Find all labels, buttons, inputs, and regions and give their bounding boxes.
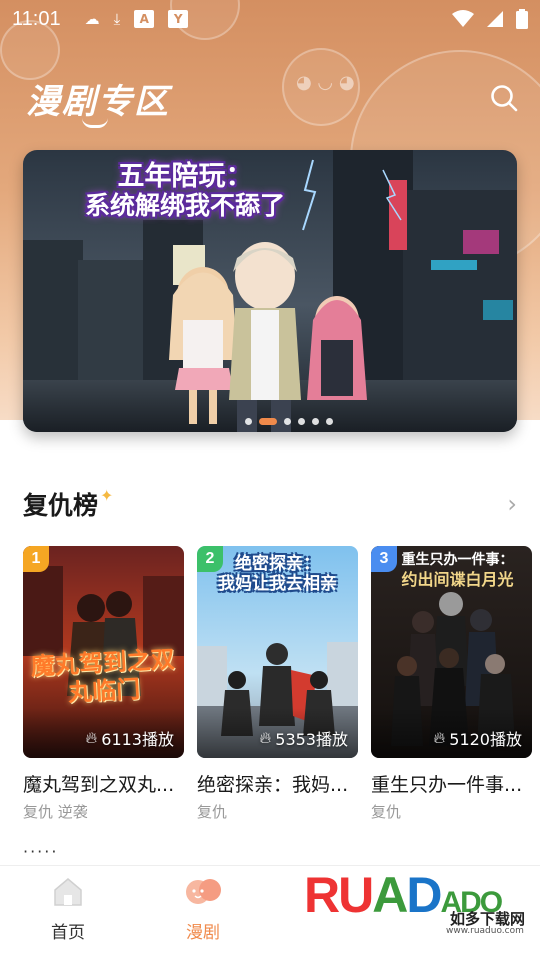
section-title: 复仇榜 xyxy=(23,491,99,520)
ranking-card[interactable]: 重生只办一件事： 约出间谍白月光 3 🔥︎ 5120播放 重生只办一件事... … xyxy=(371,546,532,822)
card-cover: 魔丸驾到之双丸临门 1 🔥︎ 6113播放 xyxy=(23,546,184,758)
card-title: 绝密探亲：我妈... xyxy=(197,774,349,796)
nav-home[interactable]: 首页 xyxy=(23,876,113,943)
banner-dot[interactable] xyxy=(326,418,333,425)
watermark-part: RU xyxy=(304,867,374,923)
notification-icon: ☁ xyxy=(84,9,100,28)
flame-icon: 🔥︎ xyxy=(85,728,98,747)
play-count: 🔥︎ 6113播放 xyxy=(86,726,174,750)
banner-dot[interactable] xyxy=(284,418,291,425)
search-icon xyxy=(491,85,518,112)
play-count-text: 5120播放 xyxy=(449,730,522,749)
card-title: 魔丸驾到之双丸... xyxy=(23,774,175,796)
banner-dot[interactable] xyxy=(298,418,305,425)
banner-dot[interactable] xyxy=(312,418,319,425)
play-count: 🔥︎ 5353播放 xyxy=(260,726,348,750)
ranking-card[interactable]: 魔丸驾到之双丸临门 1 🔥︎ 6113播放 魔丸驾到之双丸... 复仇 逆袭 xyxy=(23,546,184,822)
status-notifications: ☁ ⤓ A Y xyxy=(85,10,189,28)
battery-icon xyxy=(516,9,528,29)
card-cover: 绝密探亲： 我妈让我去相亲 2 🔥︎ 5353播放 xyxy=(197,546,358,758)
chevron-right-icon[interactable]: › xyxy=(507,490,517,518)
status-time: 11:01 xyxy=(12,7,61,30)
cover-title-line1: 绝密探亲： xyxy=(235,554,320,574)
play-count: 🔥︎ 5120播放 xyxy=(434,726,522,750)
banner-dot[interactable] xyxy=(245,418,252,425)
cover-title: 重生只办一件事： 约出间谍白月光 xyxy=(389,552,526,590)
ranking-list: 魔丸驾到之双丸临门 1 🔥︎ 6113播放 魔丸驾到之双丸... 复仇 逆袭 绝… xyxy=(23,546,532,822)
rank-badge: 1 xyxy=(23,546,49,572)
cover-title-line2: 我妈让我去相亲 xyxy=(218,574,337,595)
next-section-peek: ····· xyxy=(23,842,59,861)
card-tags: 复仇 xyxy=(197,803,228,821)
card-cover: 重生只办一件事： 约出间谍白月光 3 🔥︎ 5120播放 xyxy=(371,546,532,758)
download-icon: ⤓ xyxy=(113,9,121,28)
card-title: 重生只办一件事... xyxy=(371,774,523,796)
nav-drama[interactable]: 漫剧 xyxy=(158,876,248,943)
cover-title: 魔丸驾到之双丸临门 xyxy=(30,645,176,707)
banner-title: 五年陪玩： 系统解绑我不舔了 xyxy=(85,161,286,221)
card-tags: 复仇 xyxy=(371,803,402,821)
signal-icon xyxy=(487,11,503,27)
nav-drama-label: 漫剧 xyxy=(186,923,220,943)
decor-face: ◕ ◡ ◕ xyxy=(296,72,355,93)
watermark-logo: RUADADO 如多下载网 www.ruaduo.com xyxy=(300,866,540,948)
play-count-text: 5353播放 xyxy=(275,730,348,749)
status-system xyxy=(452,9,528,29)
watermark-part: D xyxy=(406,867,442,923)
page-title: 漫剧专区 xyxy=(26,82,170,122)
drama-icon xyxy=(186,879,221,904)
banner-title-line1: 五年陪玩： xyxy=(117,161,253,192)
home-icon xyxy=(54,878,82,906)
featured-banner[interactable]: 五年陪玩： 系统解绑我不舔了 xyxy=(23,150,517,432)
watermark-url: www.ruaduo.com xyxy=(446,926,524,936)
banner-dot-active[interactable] xyxy=(259,418,277,425)
cover-title: 绝密探亲： 我妈让我去相亲 xyxy=(203,554,352,595)
flame-icon: 🔥︎ xyxy=(433,728,446,747)
cover-title-line1: 重生只办一件事： xyxy=(401,552,514,568)
flame-icon: 🔥︎ xyxy=(259,728,272,747)
search-button[interactable] xyxy=(488,82,520,114)
banner-title-line2: 系统解绑我不舔了 xyxy=(85,191,286,221)
rank-badge: 3 xyxy=(371,546,397,572)
y-badge-icon: Y xyxy=(168,10,189,28)
rank-badge: 2 xyxy=(197,546,223,572)
banner-pagination xyxy=(245,418,333,425)
status-bar: 11:01 ☁ ⤓ A Y xyxy=(0,0,540,38)
nav-home-label: 首页 xyxy=(51,923,85,943)
wifi-icon xyxy=(452,10,474,27)
sparkle-icon: ✦ xyxy=(100,485,114,505)
ranking-card[interactable]: 绝密探亲： 我妈让我去相亲 2 🔥︎ 5353播放 绝密探亲：我妈... 复仇 xyxy=(197,546,358,822)
play-count-text: 6113播放 xyxy=(101,730,174,749)
watermark-part: A xyxy=(372,867,408,923)
cover-title-line2: 约出间谍白月光 xyxy=(401,569,514,589)
a-badge-icon: A xyxy=(134,10,155,28)
card-tags: 复仇 逆袭 xyxy=(23,803,88,821)
revenge-ranking-header[interactable]: 复仇榜 ✦ › xyxy=(23,484,517,524)
